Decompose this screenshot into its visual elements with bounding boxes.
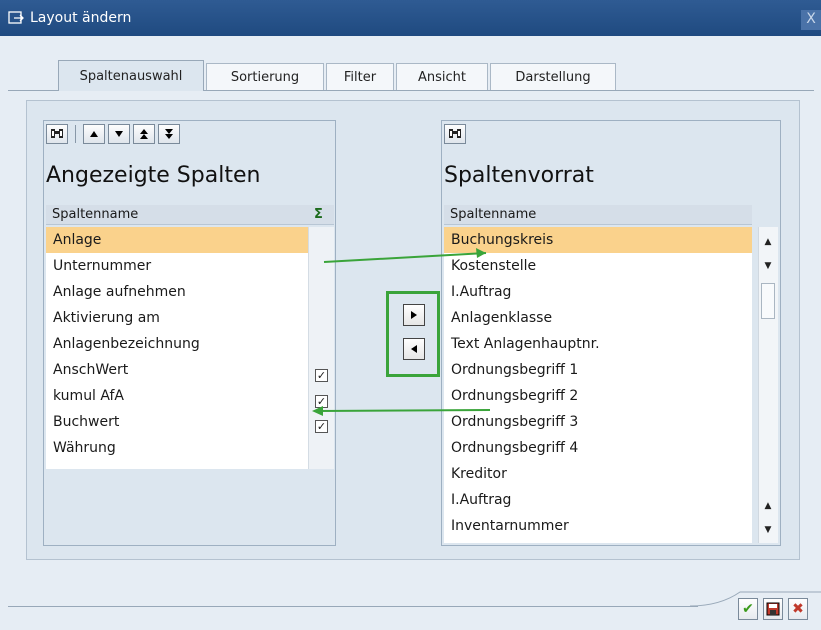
tab-spaltenauswahl[interactable]: Spaltenauswahl [58, 60, 204, 91]
footer-divider [8, 606, 698, 607]
arrow-to-right [323, 252, 487, 263]
annotation-arrows [312, 248, 491, 416]
check-icon[interactable]: ✔ [738, 598, 758, 620]
arrow-to-left-head [312, 406, 323, 416]
arrow-to-left [317, 409, 491, 412]
save-icon[interactable] [763, 598, 783, 620]
arrow-to-right-head [476, 248, 486, 258]
cancel-icon[interactable]: ✖ [788, 598, 808, 620]
